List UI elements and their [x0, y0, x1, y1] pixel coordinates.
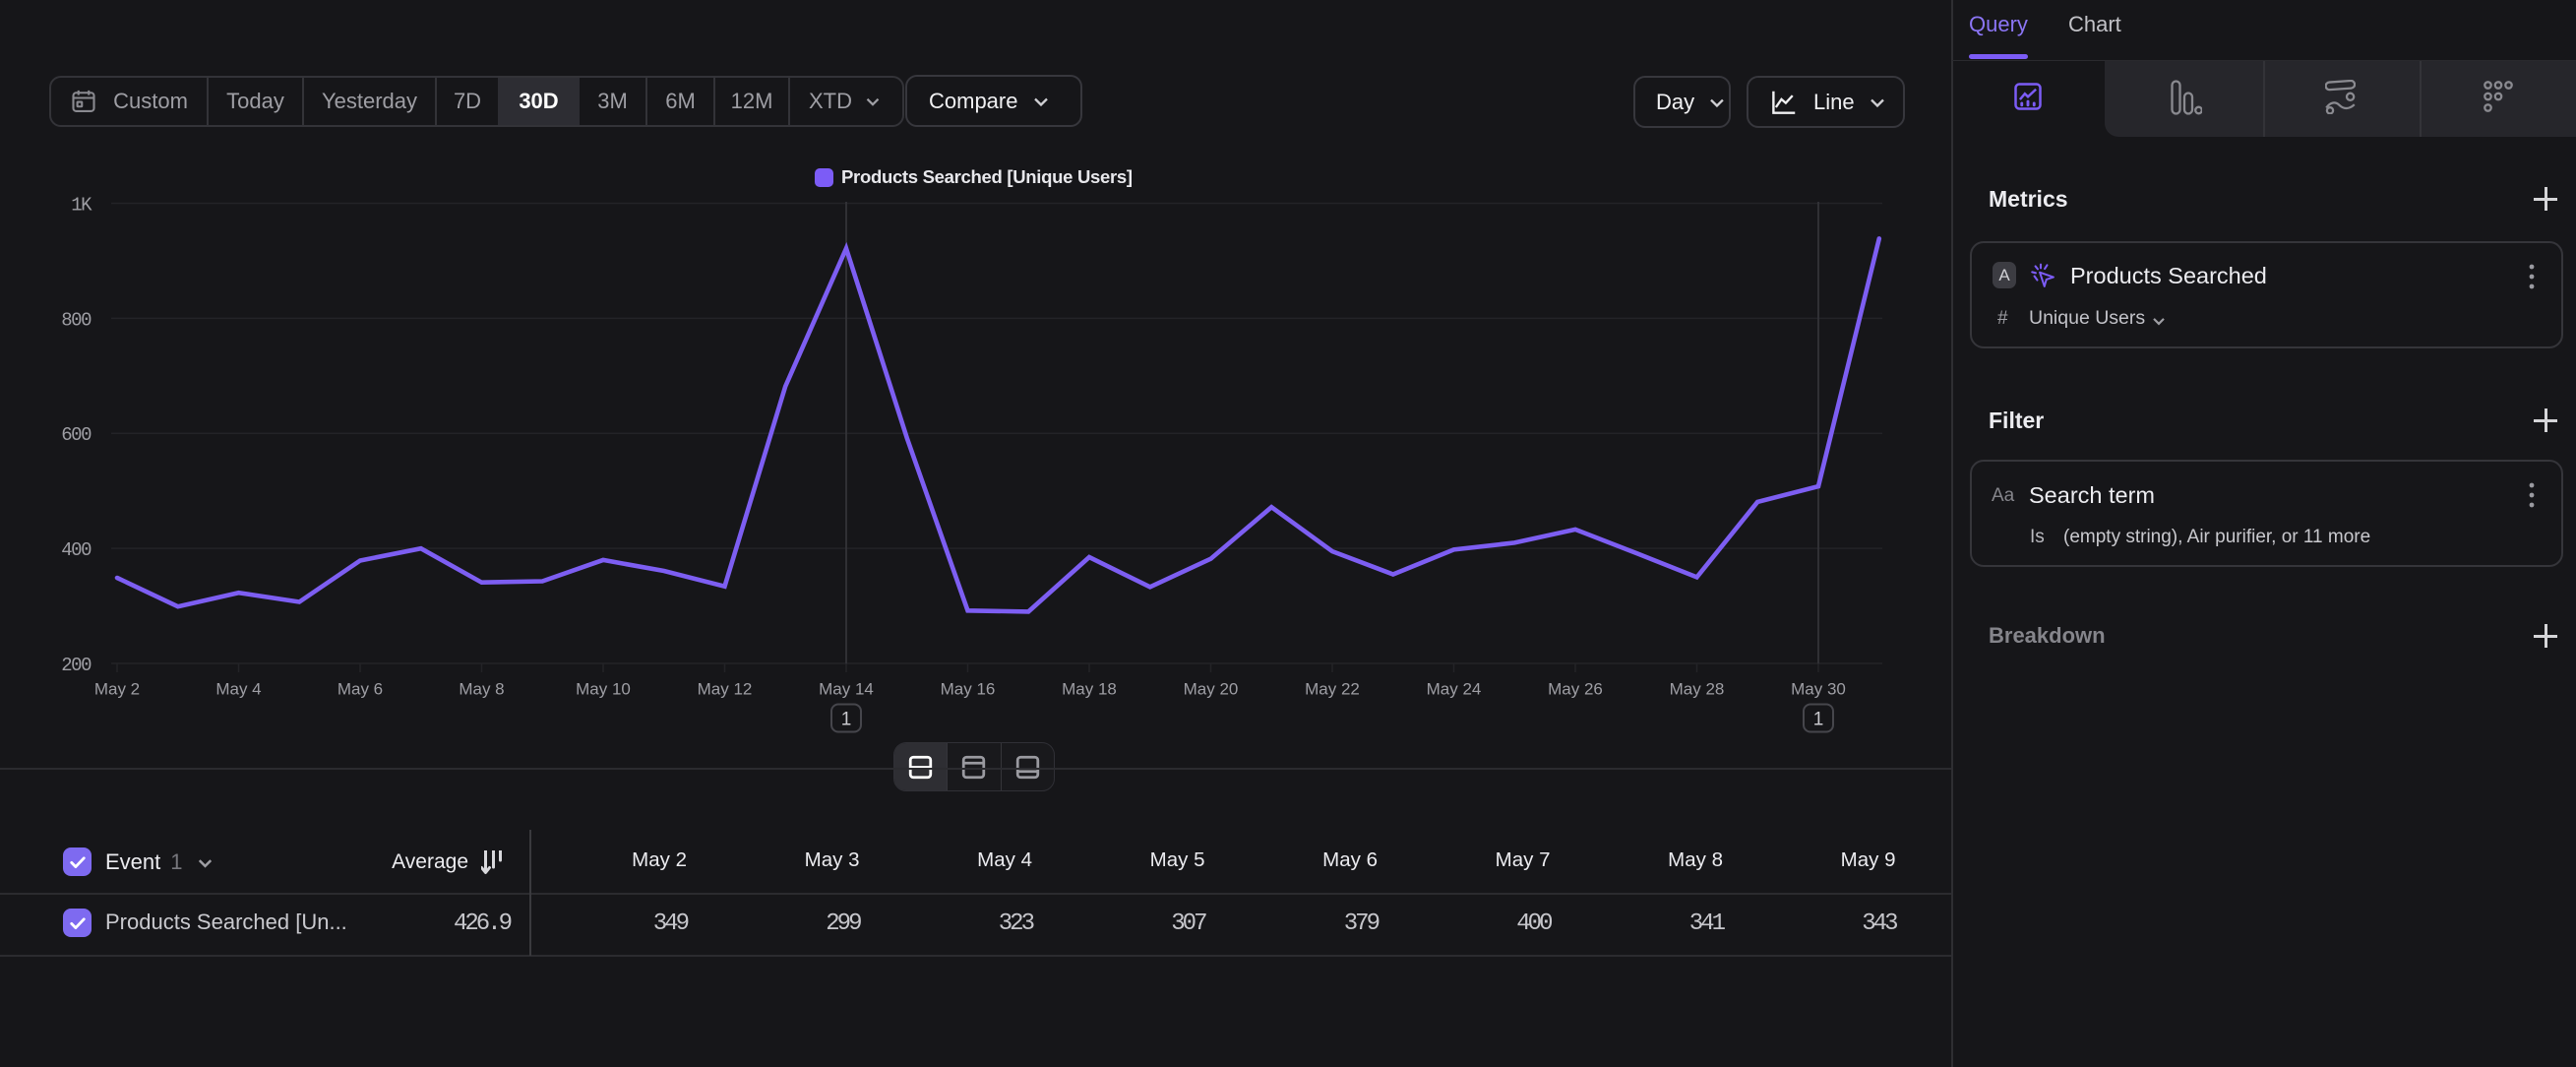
svg-text:1K: 1K [71, 195, 92, 217]
svg-text:May 14: May 14 [819, 680, 874, 699]
svg-text:May 22: May 22 [1305, 680, 1360, 699]
svg-text:May 18: May 18 [1062, 680, 1117, 699]
svg-text:May 2: May 2 [94, 680, 140, 699]
svg-text:200: 200 [61, 655, 92, 676]
svg-text:800: 800 [61, 309, 92, 331]
svg-text:1: 1 [841, 710, 852, 730]
svg-text:May 6: May 6 [337, 680, 383, 699]
svg-text:May 26: May 26 [1548, 680, 1603, 699]
svg-text:400: 400 [61, 539, 92, 561]
svg-text:May 4: May 4 [215, 680, 261, 699]
svg-text:May 20: May 20 [1184, 680, 1239, 699]
svg-text:May 28: May 28 [1670, 680, 1725, 699]
svg-text:May 24: May 24 [1427, 680, 1482, 699]
svg-text:May 8: May 8 [459, 680, 504, 699]
svg-text:May 30: May 30 [1791, 680, 1846, 699]
svg-text:May 16: May 16 [941, 680, 996, 699]
svg-text:1: 1 [1813, 710, 1824, 730]
svg-text:May 12: May 12 [698, 680, 753, 699]
svg-text:600: 600 [61, 424, 92, 446]
svg-text:May 10: May 10 [576, 680, 631, 699]
